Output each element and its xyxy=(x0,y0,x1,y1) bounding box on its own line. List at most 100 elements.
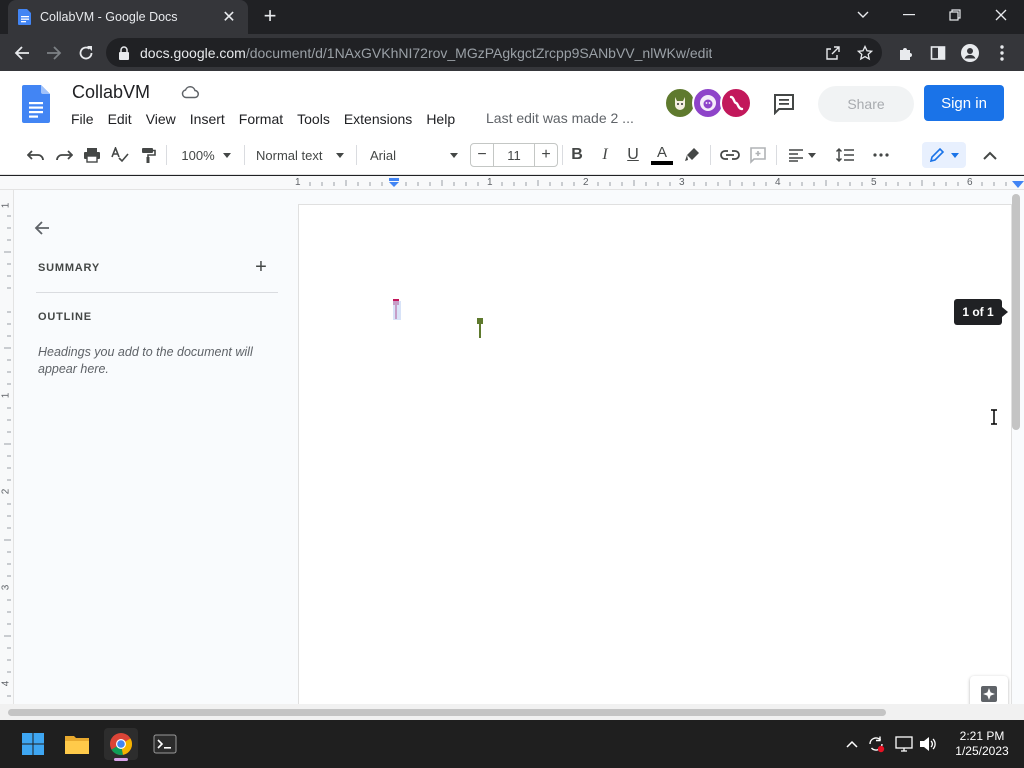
left-indent-marker-icon[interactable] xyxy=(388,178,400,188)
menu-edit[interactable]: Edit xyxy=(101,109,139,129)
profile-icon[interactable] xyxy=(956,39,984,67)
right-indent-marker-icon[interactable] xyxy=(1012,181,1024,189)
undo-icon[interactable] xyxy=(26,143,46,167)
add-comment-icon[interactable] xyxy=(748,143,768,167)
explore-sparkle-icon xyxy=(981,686,997,702)
paint-format-icon[interactable] xyxy=(138,143,158,167)
line-spacing-icon[interactable] xyxy=(834,143,856,167)
editing-mode-button[interactable] xyxy=(922,142,966,168)
zoom-value: 100% xyxy=(181,147,215,163)
google-docs-favicon-icon xyxy=(18,9,31,25)
toolbar-divider xyxy=(244,145,245,165)
browser-tab-strip: CollabVM - Google Docs ✕ + xyxy=(0,0,1024,34)
forward-arrow-icon[interactable] xyxy=(40,39,68,67)
menu-file[interactable]: File xyxy=(64,109,101,129)
print-icon[interactable] xyxy=(82,143,102,167)
align-select[interactable] xyxy=(786,143,818,167)
align-left-icon xyxy=(789,149,803,162)
ruler-number: 2 xyxy=(583,177,589,188)
horizontal-scrollbar[interactable] xyxy=(8,709,886,716)
minimize-icon[interactable] xyxy=(886,0,932,30)
cloud-saved-icon[interactable] xyxy=(181,85,199,99)
ruler-number: 3 xyxy=(679,177,685,188)
vertical-ruler[interactable]: 1 1 2 3 4 xyxy=(0,190,14,704)
bold-icon[interactable]: B xyxy=(568,143,586,167)
bookmark-star-icon[interactable] xyxy=(856,44,874,62)
share-button[interactable]: Share xyxy=(818,86,914,122)
ruler-number: 3 xyxy=(0,584,12,591)
extensions-puzzle-icon[interactable] xyxy=(892,39,920,67)
menu-extensions[interactable]: Extensions xyxy=(337,109,419,129)
back-arrow-icon[interactable] xyxy=(8,39,36,67)
google-docs-logo-icon[interactable] xyxy=(22,85,50,123)
network-icon[interactable] xyxy=(894,734,914,754)
font-size-input[interactable]: 11 xyxy=(493,144,535,166)
spellcheck-icon[interactable] xyxy=(110,143,130,167)
side-panel-icon[interactable] xyxy=(924,39,952,67)
last-edit-link[interactable]: Last edit was made 2 ... xyxy=(486,110,634,126)
toolbar-divider xyxy=(166,145,167,165)
menu-tools[interactable]: Tools xyxy=(290,109,337,129)
document-page[interactable] xyxy=(298,204,1012,704)
increase-font-size-button[interactable]: + xyxy=(535,144,557,166)
windows-start-icon[interactable] xyxy=(16,728,50,760)
file-explorer-icon[interactable] xyxy=(60,728,94,760)
reload-icon[interactable] xyxy=(72,39,100,67)
zoom-select[interactable]: 100% xyxy=(176,143,236,167)
share-page-icon[interactable] xyxy=(824,44,842,62)
window-close-icon[interactable] xyxy=(978,0,1024,30)
document-area: 1 1 2 3 4 SUMMARY + OUTLINE Headings you… xyxy=(0,190,1024,704)
browser-menu-kebab-icon[interactable] xyxy=(988,39,1016,67)
vertical-scrollbar[interactable] xyxy=(1012,194,1020,430)
underline-icon[interactable]: U xyxy=(624,143,642,167)
tab-close-icon[interactable]: ✕ xyxy=(220,7,238,27)
insert-link-icon[interactable] xyxy=(718,143,742,167)
decrease-font-size-button[interactable]: − xyxy=(471,144,493,166)
system-clock[interactable]: 2:21 PM 1/25/2023 xyxy=(946,729,1018,759)
text-color-icon[interactable]: A xyxy=(650,143,674,167)
tab-search-chevron-icon[interactable] xyxy=(840,0,886,30)
taskbar: 2:21 PM 1/25/2023 xyxy=(0,720,1024,768)
more-options-icon[interactable] xyxy=(870,143,892,167)
axolotl-avatar-icon[interactable] xyxy=(720,87,752,119)
terminal-icon[interactable] xyxy=(148,728,182,760)
style-dropdown-icon xyxy=(336,152,344,158)
docs-menubar: File Edit View Insert Format Tools Exten… xyxy=(64,109,462,129)
new-tab-plus-icon[interactable]: + xyxy=(258,5,282,29)
toolbar-divider xyxy=(356,145,357,165)
menu-format[interactable]: Format xyxy=(232,109,290,129)
outline-heading: OUTLINE xyxy=(38,311,92,323)
show-hidden-icons-chevron-up-icon[interactable] xyxy=(842,734,862,754)
sync-status-icon[interactable] xyxy=(866,734,886,754)
address-bar[interactable]: docs.google.com/document/d/1NAxGVKhNI72r… xyxy=(106,38,882,67)
ruler-number: 4 xyxy=(0,680,12,687)
sign-in-button[interactable]: Sign in xyxy=(924,85,1004,121)
document-title[interactable]: CollabVM xyxy=(72,82,150,103)
ruler-number: 1 xyxy=(295,177,301,188)
menu-view[interactable]: View xyxy=(139,109,183,129)
collapse-menus-chevron-up-icon[interactable] xyxy=(980,143,1000,167)
ruler-number: 1 xyxy=(0,202,12,209)
horizontal-ruler[interactable]: 1 1 2 3 4 5 6 xyxy=(0,176,1024,190)
outline-empty-hint: Headings you add to the document will ap… xyxy=(38,345,253,376)
browser-tab[interactable]: CollabVM - Google Docs ✕ xyxy=(8,0,248,34)
menu-help[interactable]: Help xyxy=(419,109,462,129)
add-summary-plus-icon[interactable]: + xyxy=(252,257,270,277)
toolbar-divider xyxy=(776,145,777,165)
clock-time: 2:21 PM xyxy=(959,729,1005,743)
paragraph-style-select[interactable]: Normal text xyxy=(252,143,348,167)
redo-icon[interactable] xyxy=(54,143,74,167)
menu-insert[interactable]: Insert xyxy=(183,109,232,129)
highlight-color-icon[interactable] xyxy=(682,143,702,167)
chrome-taskbar-icon[interactable] xyxy=(104,728,138,761)
back-arrow-icon[interactable] xyxy=(32,218,52,238)
volume-icon[interactable] xyxy=(918,734,938,754)
tab-title: CollabVM - Google Docs xyxy=(40,10,178,24)
italic-icon[interactable]: I xyxy=(596,143,614,167)
page-count-indicator: 1 of 1 xyxy=(954,299,1008,325)
explore-button[interactable] xyxy=(970,676,1008,704)
comment-history-icon[interactable] xyxy=(772,93,796,115)
clock-date: 1/25/2023 xyxy=(955,744,1009,758)
restore-icon[interactable] xyxy=(932,0,978,30)
font-family-select[interactable]: Arial xyxy=(366,143,462,167)
